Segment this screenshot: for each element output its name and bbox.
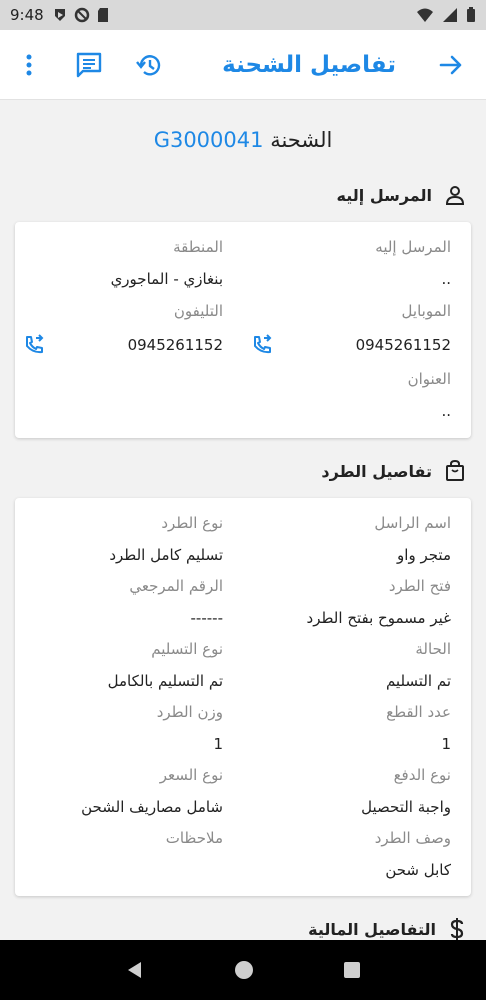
phone-value[interactable]: 0945261152 (128, 336, 223, 354)
shipment-number: G3000041 (153, 128, 264, 152)
recipient-value: .. (441, 270, 451, 288)
weight-field: وزن الطرد 1 (23, 703, 223, 753)
messages-button[interactable] (74, 50, 104, 80)
price-type-label: نوع السعر (159, 766, 223, 784)
recipient-label: المرسل إليه (375, 238, 451, 256)
signal-icon (443, 8, 457, 22)
phone-forward-icon[interactable] (251, 334, 273, 356)
recipient-card: المرسل إليه .. المنطقة بنغازي - الماجوري… (15, 222, 471, 438)
parcel-section-title: تفاصيل الطرد (321, 461, 432, 481)
history-button[interactable] (134, 50, 164, 80)
payment-type-value: واجبة التحصيل (361, 798, 451, 816)
battery-icon (467, 7, 475, 22)
pieces-value: 1 (441, 735, 451, 753)
system-navigation-bar (0, 940, 486, 1000)
sender-field: اسم الراسل متجر واو (241, 514, 451, 564)
region-label: المنطقة (173, 238, 223, 256)
weight-value: 1 (213, 735, 223, 753)
message-icon (76, 52, 102, 78)
recipient-field: المرسل إليه .. (251, 238, 451, 288)
status-field: الحالة تم التسليم (241, 640, 451, 690)
region-field: المنطقة بنغازي - الماجوري (23, 238, 223, 288)
weight-label: وزن الطرد (156, 703, 223, 721)
reference-value: ------ (190, 609, 223, 627)
parcel-type-field: نوع الطرد تسليم كامل الطرد (23, 514, 223, 564)
parcel-section-header: تفاصيل الطرد (321, 460, 466, 482)
recipient-section-header: المرسل إليه (337, 184, 466, 206)
delivery-type-field: نوع التسليم تم التسليم بالكامل (23, 640, 223, 690)
mobile-label: الموبايل (401, 302, 451, 320)
open-parcel-value: غير مسموح بفتح الطرد (306, 609, 451, 627)
notes-field: ملاحظات (23, 829, 223, 847)
shipment-label: الشحنة (270, 128, 333, 152)
reference-label: الرقم المرجعي (129, 577, 223, 595)
nav-home-icon[interactable] (234, 960, 254, 980)
sender-label: اسم الراسل (374, 514, 451, 532)
phone-row: 0945261152 (23, 334, 223, 356)
person-icon (445, 186, 465, 205)
more-menu-button[interactable] (14, 50, 44, 80)
reference-field: الرقم المرجعي ------ (23, 577, 223, 627)
dollar-icon (450, 918, 464, 940)
pieces-field: عدد القطع 1 (241, 703, 451, 753)
address-label: العنوان (407, 370, 451, 388)
back-button[interactable] (436, 50, 466, 80)
play-protect-icon (54, 9, 65, 21)
phone-label: التليفون (173, 302, 223, 320)
notes-label: ملاحظات (165, 829, 223, 847)
delivery-type-value: تم التسليم بالكامل (107, 672, 223, 690)
nav-recents-icon[interactable] (343, 961, 361, 979)
parcel-type-value: تسليم كامل الطرد (109, 546, 223, 564)
app-bar: تفاصيل الشحنة (0, 30, 486, 100)
phone-field: التليفون 0945261152 (23, 302, 223, 356)
payment-type-label: نوع الدفع (393, 766, 451, 784)
wifi-icon (417, 8, 433, 22)
page-title: تفاصيل الشحنة (222, 52, 396, 78)
parcel-card: اسم الراسل متجر واو نوع الطرد تسليم كامل… (15, 498, 471, 896)
open-parcel-field: فتح الطرد غير مسموح بفتح الطرد (241, 577, 451, 627)
status-value: تم التسليم (385, 672, 451, 690)
description-field: وصف الطرد كابل شحن (241, 829, 451, 879)
sender-value: متجر واو (397, 546, 451, 564)
mobile-value[interactable]: 0945261152 (356, 336, 451, 354)
address-field: العنوان .. (251, 370, 451, 420)
shipment-heading: الشحنة G3000041 (0, 128, 486, 152)
description-value: كابل شحن (385, 861, 451, 879)
price-type-value: شامل مصاريف الشحن (81, 798, 223, 816)
financial-section-header: التفاصيل المالية (308, 918, 466, 940)
address-value: .. (441, 402, 451, 420)
open-parcel-label: فتح الطرد (388, 577, 451, 595)
status-bar: 9:48 (0, 0, 486, 30)
parcel-type-label: نوع الطرد (161, 514, 223, 532)
sd-card-icon (97, 8, 108, 22)
payment-type-field: نوع الدفع واجبة التحصيل (241, 766, 451, 816)
data-saver-icon (74, 7, 89, 23)
status-time: 9:48 (10, 6, 44, 24)
pieces-label: عدد القطع (386, 703, 451, 721)
mobile-row: 0945261152 (251, 334, 451, 356)
shopping-bag-icon (446, 460, 464, 481)
nav-back-icon[interactable] (125, 960, 145, 980)
phone-forward-icon[interactable] (23, 334, 45, 356)
description-label: وصف الطرد (374, 829, 451, 847)
delivery-type-label: نوع التسليم (151, 640, 223, 658)
history-icon (136, 55, 161, 76)
price-type-field: نوع السعر شامل مصاريف الشحن (23, 766, 223, 816)
region-value: بنغازي - الماجوري (110, 270, 223, 288)
status-label: الحالة (415, 640, 451, 658)
arrow-forward-icon (439, 55, 462, 75)
more-vert-icon (26, 54, 32, 76)
financial-section-title: التفاصيل المالية (308, 919, 436, 939)
mobile-field: الموبايل 0945261152 (251, 302, 451, 356)
recipient-section-title: المرسل إليه (336, 185, 432, 205)
